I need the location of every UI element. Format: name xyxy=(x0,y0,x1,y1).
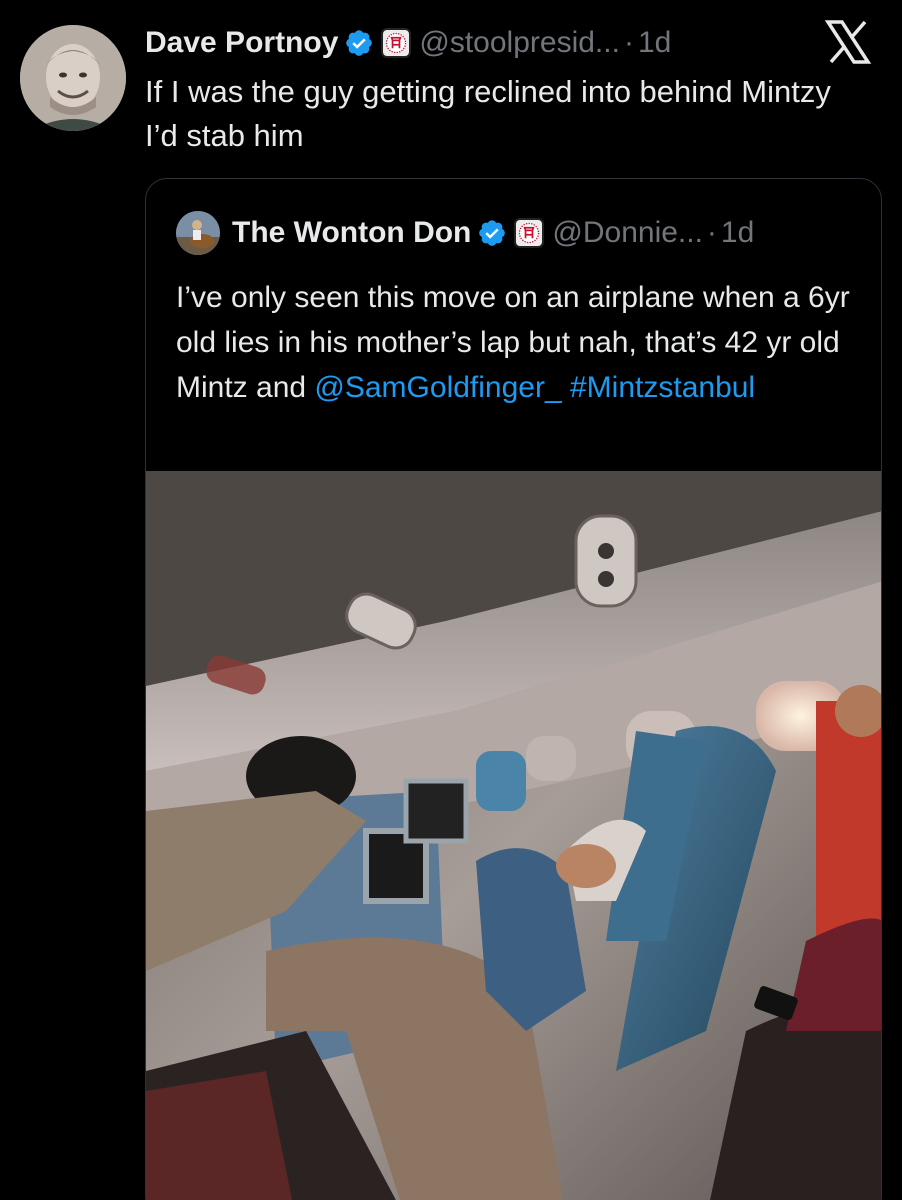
quoted-tweet-timestamp[interactable]: 1d xyxy=(721,216,754,250)
tweet-text: If I was the guy getting reclined into b… xyxy=(145,74,831,153)
quoted-author-avatar[interactable] xyxy=(176,211,220,255)
quoted-tweet-text: I’ve only seen this move on an airplane … xyxy=(176,275,866,410)
tweet-header: Dave Portnoy @stoolpresid... · 1d xyxy=(145,22,671,64)
x-logo-icon xyxy=(824,20,872,64)
quoted-tweet-header: The Wonton Don @Donnie... · 1d xyxy=(176,211,754,255)
quoted-author-handle[interactable]: @Donnie... xyxy=(552,216,703,250)
barstool-affiliate-icon[interactable] xyxy=(514,218,545,248)
tweet-photo[interactable] xyxy=(146,471,881,1200)
barstool-affiliate-icon[interactable] xyxy=(381,28,412,58)
author-name[interactable]: Dave Portnoy xyxy=(145,26,338,60)
separator-dot: · xyxy=(706,216,717,249)
quoted-tweet-card[interactable]: The Wonton Don @Donnie... · 1d I’ve only… xyxy=(145,178,882,1200)
verified-badge-icon xyxy=(479,220,506,246)
hashtag-link[interactable]: #Mintzstanbul xyxy=(570,371,755,404)
verified-badge-icon xyxy=(346,30,373,56)
separator-dot: · xyxy=(623,26,634,59)
author-avatar[interactable] xyxy=(20,25,126,131)
mention-link[interactable]: @SamGoldfinger_ xyxy=(314,371,561,404)
quoted-author-name[interactable]: The Wonton Don xyxy=(232,216,471,250)
tweet-timestamp[interactable]: 1d xyxy=(638,26,671,60)
author-handle[interactable]: @stoolpresid... xyxy=(419,26,620,60)
